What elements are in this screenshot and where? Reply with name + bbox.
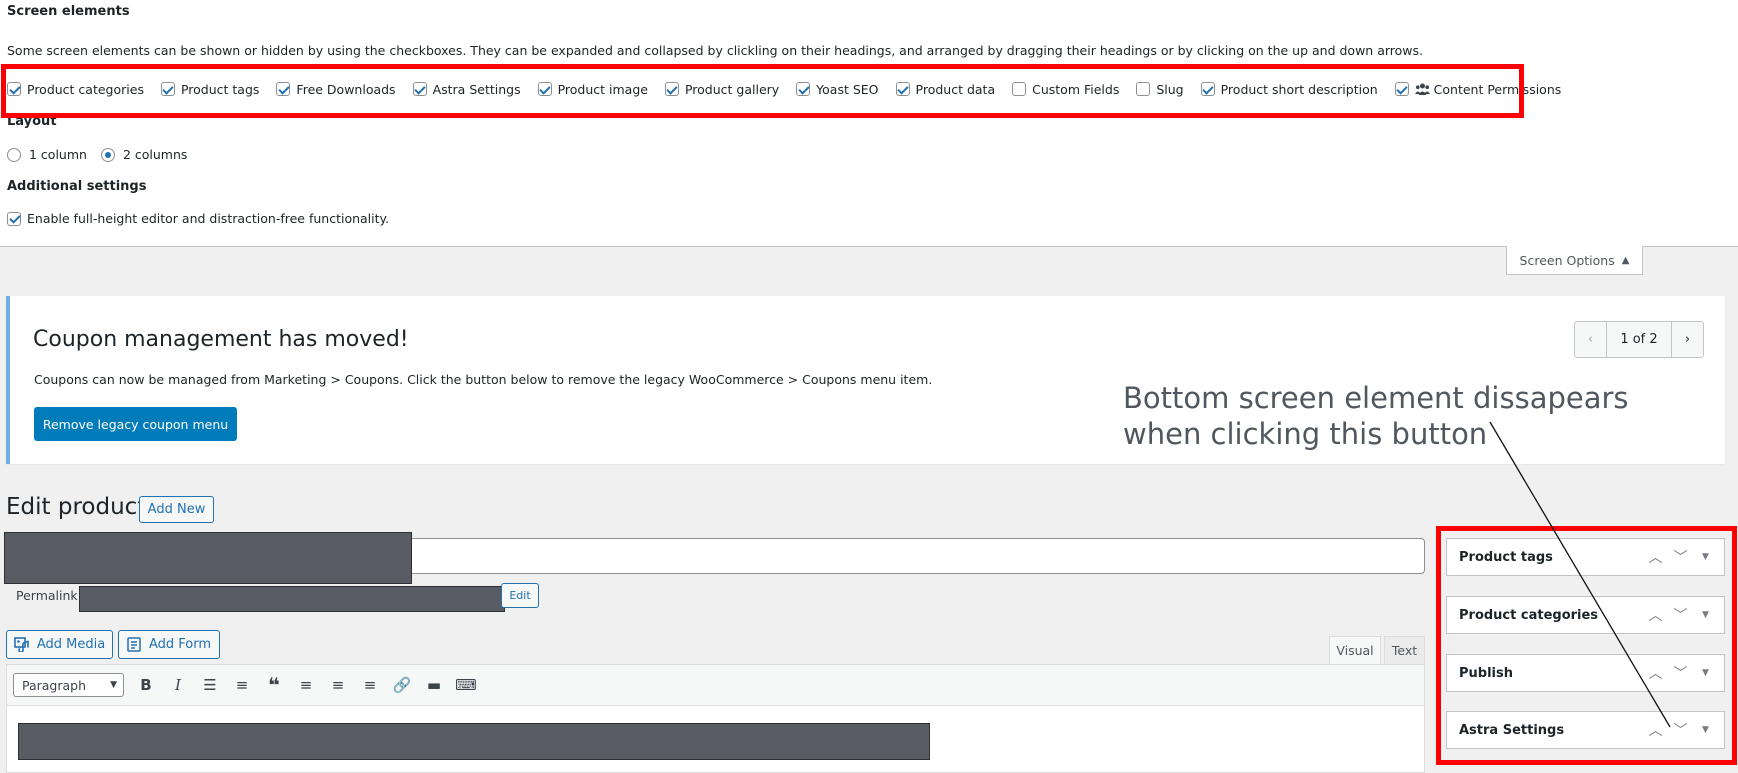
radio-2-columns[interactable]: 2 columns (100, 147, 188, 162)
toolbar-toggle-icon[interactable]: ⌨ (450, 676, 482, 694)
media-icon (14, 637, 30, 652)
layout-options: 1 column 2 columns (7, 147, 187, 162)
screen-elements-heading: Screen elements (7, 4, 130, 19)
radio-1-column[interactable]: 1 column (7, 147, 87, 162)
screen-options-toggle-button[interactable]: Screen Options ▲ (1506, 246, 1643, 275)
additional-settings-heading: Additional settings (7, 179, 147, 194)
radio-label: 2 columns (122, 147, 188, 162)
add-new-button[interactable]: Add New (139, 496, 214, 523)
page-title: Edit product (6, 494, 147, 520)
add-media-label: Add Media (36, 637, 106, 652)
screen-elements-description: Some screen elements can be shown or hid… (7, 43, 1423, 58)
pager-prev-button[interactable]: ‹ (1575, 322, 1607, 357)
highlight-box-sidebar (1436, 526, 1737, 765)
checkbox-full-height-editor[interactable]: Enable full-height editor and distractio… (7, 211, 389, 226)
notice-title: Coupon management has moved! (33, 327, 409, 352)
notice-pager: ‹ 1 of 2 › (1574, 321, 1704, 358)
screen-options-label: Screen Options (1519, 252, 1615, 268)
redacted-content (18, 723, 930, 760)
link-icon[interactable]: 🔗 (386, 676, 418, 694)
form-icon (127, 637, 141, 652)
italic-icon[interactable]: I (162, 676, 194, 694)
format-select[interactable]: Paragraph ▼ (13, 673, 124, 697)
bold-icon[interactable]: B (130, 676, 162, 694)
tab-text[interactable]: Text (1384, 636, 1425, 664)
notice-text: Coupons can now be managed from Marketin… (34, 372, 933, 387)
remove-legacy-coupon-menu-button[interactable]: Remove legacy coupon menu (34, 407, 237, 441)
align-right-icon[interactable]: ≡ (354, 676, 386, 694)
pager-label: 1 of 2 (1620, 332, 1658, 347)
highlight-box-screen-elements (1, 64, 1524, 118)
chevron-left-icon: ‹ (1587, 332, 1594, 347)
read-more-icon[interactable]: ▬ (418, 676, 450, 694)
blockquote-icon[interactable]: ❝ (258, 673, 290, 697)
align-center-icon[interactable]: ≡ (322, 676, 354, 694)
annotation-line-1: Bottom screen element dissapears (1123, 381, 1629, 415)
editor-toolbar: Paragraph ▼ B I ☰ ≡ ❝ ≡ ≡ ≡ 🔗 ▬ ⌨ (7, 665, 1424, 706)
chevron-down-icon: ▼ (110, 680, 117, 690)
redacted-permalink (79, 586, 505, 612)
pager-next-button[interactable]: › (1671, 322, 1703, 357)
tab-visual[interactable]: Visual (1329, 636, 1381, 664)
radio-label: 1 column (29, 147, 87, 162)
redacted-title (4, 532, 412, 584)
bullet-list-icon[interactable]: ☰ (194, 676, 226, 694)
annotation-line-2: when clicking this button (1123, 417, 1488, 451)
checkbox-label: Enable full-height editor and distractio… (27, 211, 390, 226)
radio-button[interactable] (100, 147, 115, 162)
add-form-button[interactable]: Add Form (118, 630, 220, 659)
arrow-up-icon: ▲ (1621, 254, 1630, 266)
add-form-label: Add Form (148, 637, 212, 652)
chevron-right-icon: › (1684, 332, 1691, 347)
align-left-icon[interactable]: ≡ (290, 676, 322, 694)
screen-options-panel: Screen elements Some screen elements can… (0, 0, 1738, 247)
permalink-label: Permalink: (16, 588, 82, 603)
numbered-list-icon[interactable]: ≡ (226, 676, 258, 694)
checkbox[interactable] (7, 211, 21, 226)
annotation-text: Bottom screen element dissapears when cl… (1123, 380, 1629, 452)
permalink-edit-button[interactable]: Edit (501, 583, 539, 608)
radio-button[interactable] (7, 147, 21, 162)
add-media-button[interactable]: Add Media (6, 630, 113, 659)
format-select-value: Paragraph (22, 677, 87, 693)
